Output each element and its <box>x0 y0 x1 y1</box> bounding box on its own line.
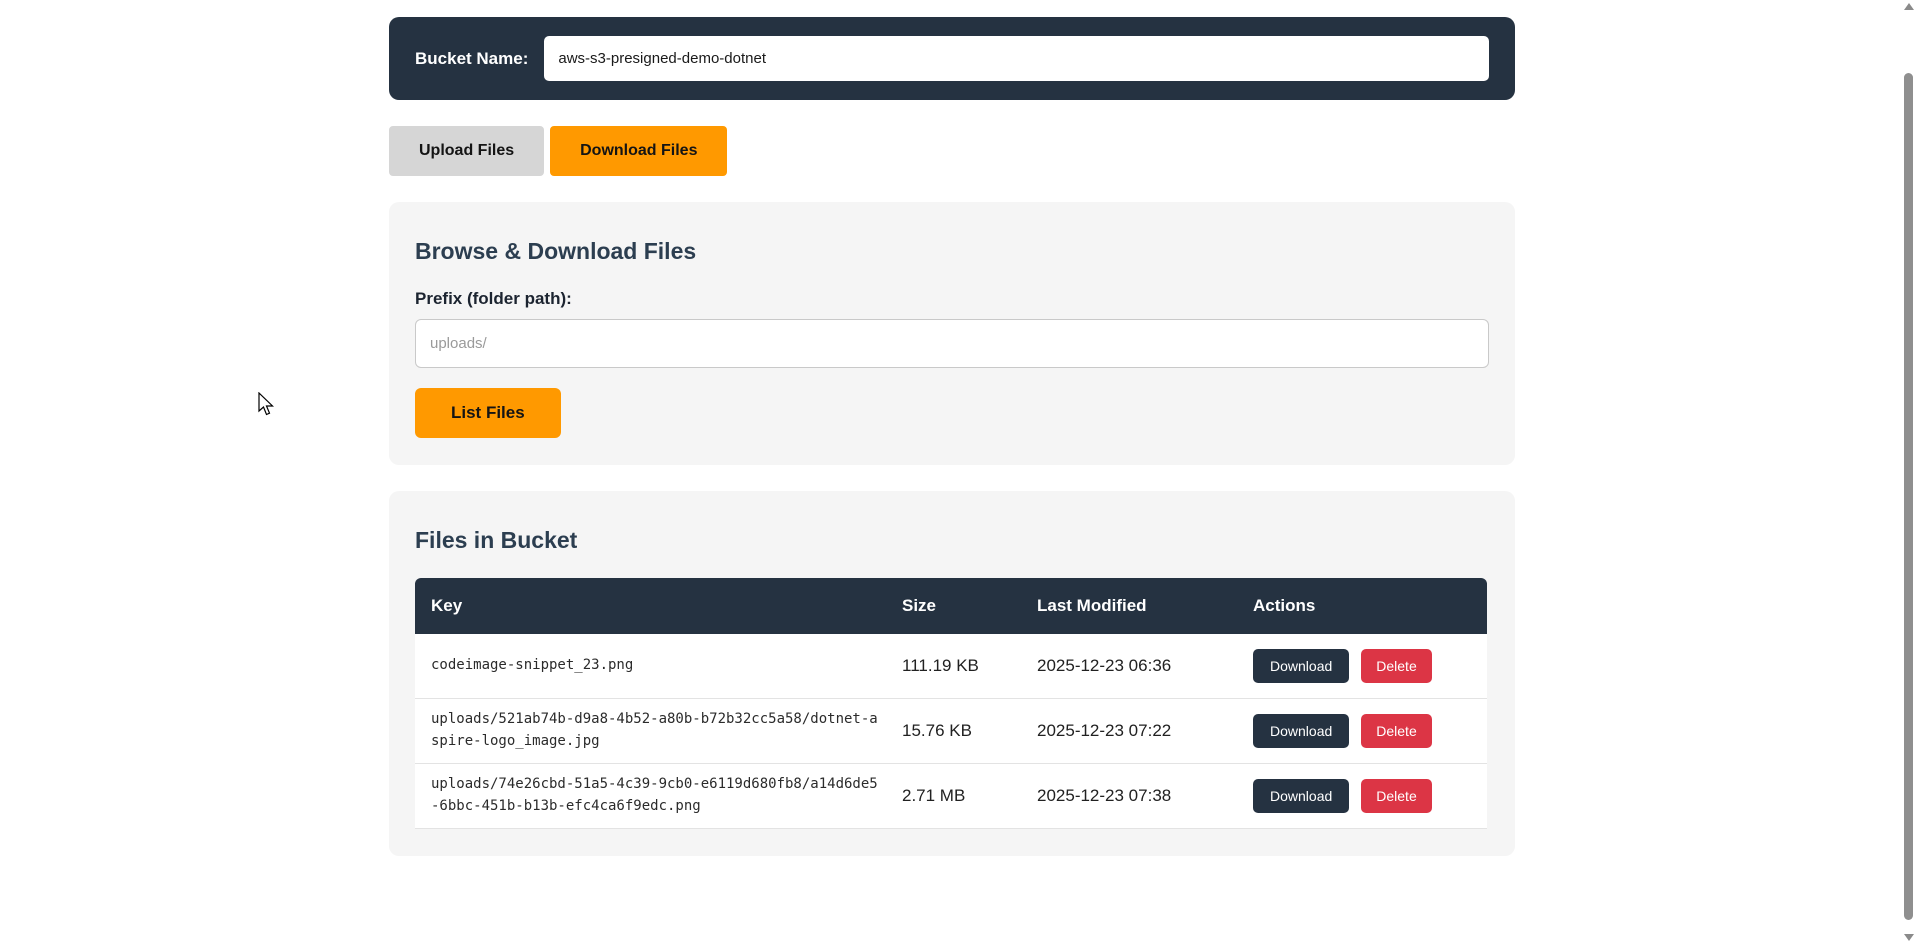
scrollbar-up-arrow-icon[interactable] <box>1904 3 1914 10</box>
scrollbar-thumb[interactable] <box>1904 73 1913 920</box>
column-header-actions: Actions <box>1237 596 1487 616</box>
browse-panel-title: Browse & Download Files <box>415 238 1489 265</box>
prefix-input[interactable] <box>415 319 1489 368</box>
file-key: uploads/74e26cbd-51a5-4c39-9cb0-e6119d68… <box>415 764 886 827</box>
delete-button[interactable]: Delete <box>1361 779 1431 813</box>
table-row: codeimage-snippet_23.png 111.19 KB 2025-… <box>415 634 1487 699</box>
bucket-name-label: Bucket Name: <box>415 49 528 69</box>
bucket-name-bar: Bucket Name: <box>389 17 1515 100</box>
file-actions: Download Delete <box>1237 779 1487 813</box>
mode-tabs: Upload Files Download Files <box>389 126 1515 176</box>
file-last-modified: 2025-12-23 07:22 <box>1021 721 1237 741</box>
browse-download-panel: Browse & Download Files Prefix (folder p… <box>389 202 1515 465</box>
download-button[interactable]: Download <box>1253 649 1349 683</box>
mouse-cursor-icon <box>258 392 276 423</box>
files-table-header: Key Size Last Modified Actions <box>415 578 1487 634</box>
column-header-key: Key <box>415 596 886 616</box>
column-header-last-modified: Last Modified <box>1021 596 1237 616</box>
download-button[interactable]: Download <box>1253 714 1349 748</box>
column-header-size: Size <box>886 596 1021 616</box>
table-row: uploads/74e26cbd-51a5-4c39-9cb0-e6119d68… <box>415 764 1487 829</box>
delete-button[interactable]: Delete <box>1361 649 1431 683</box>
files-table: Key Size Last Modified Actions codeimage… <box>415 578 1487 829</box>
page-content: Bucket Name: Upload Files Download Files… <box>389 0 1515 856</box>
file-size: 2.71 MB <box>886 786 1021 806</box>
scrollbar-down-arrow-icon[interactable] <box>1904 934 1914 941</box>
vertical-scrollbar[interactable] <box>1904 0 1913 945</box>
file-actions: Download Delete <box>1237 649 1487 683</box>
file-last-modified: 2025-12-23 07:38 <box>1021 786 1237 806</box>
table-row: uploads/521ab74b-d9a8-4b52-a80b-b72b32cc… <box>415 699 1487 764</box>
file-key: codeimage-snippet_23.png <box>415 645 886 687</box>
bucket-name-input[interactable] <box>544 36 1489 81</box>
files-in-bucket-panel: Files in Bucket Key Size Last Modified A… <box>389 491 1515 856</box>
files-panel-title: Files in Bucket <box>415 527 1489 554</box>
tab-upload-files[interactable]: Upload Files <box>389 126 544 176</box>
download-button[interactable]: Download <box>1253 779 1349 813</box>
file-size: 15.76 KB <box>886 721 1021 741</box>
file-key: uploads/521ab74b-d9a8-4b52-a80b-b72b32cc… <box>415 699 886 762</box>
prefix-label: Prefix (folder path): <box>415 289 1489 309</box>
list-files-button[interactable]: List Files <box>415 388 561 438</box>
file-last-modified: 2025-12-23 06:36 <box>1021 656 1237 676</box>
file-size: 111.19 KB <box>886 656 1021 676</box>
file-actions: Download Delete <box>1237 714 1487 748</box>
tab-download-files[interactable]: Download Files <box>550 126 727 176</box>
delete-button[interactable]: Delete <box>1361 714 1431 748</box>
